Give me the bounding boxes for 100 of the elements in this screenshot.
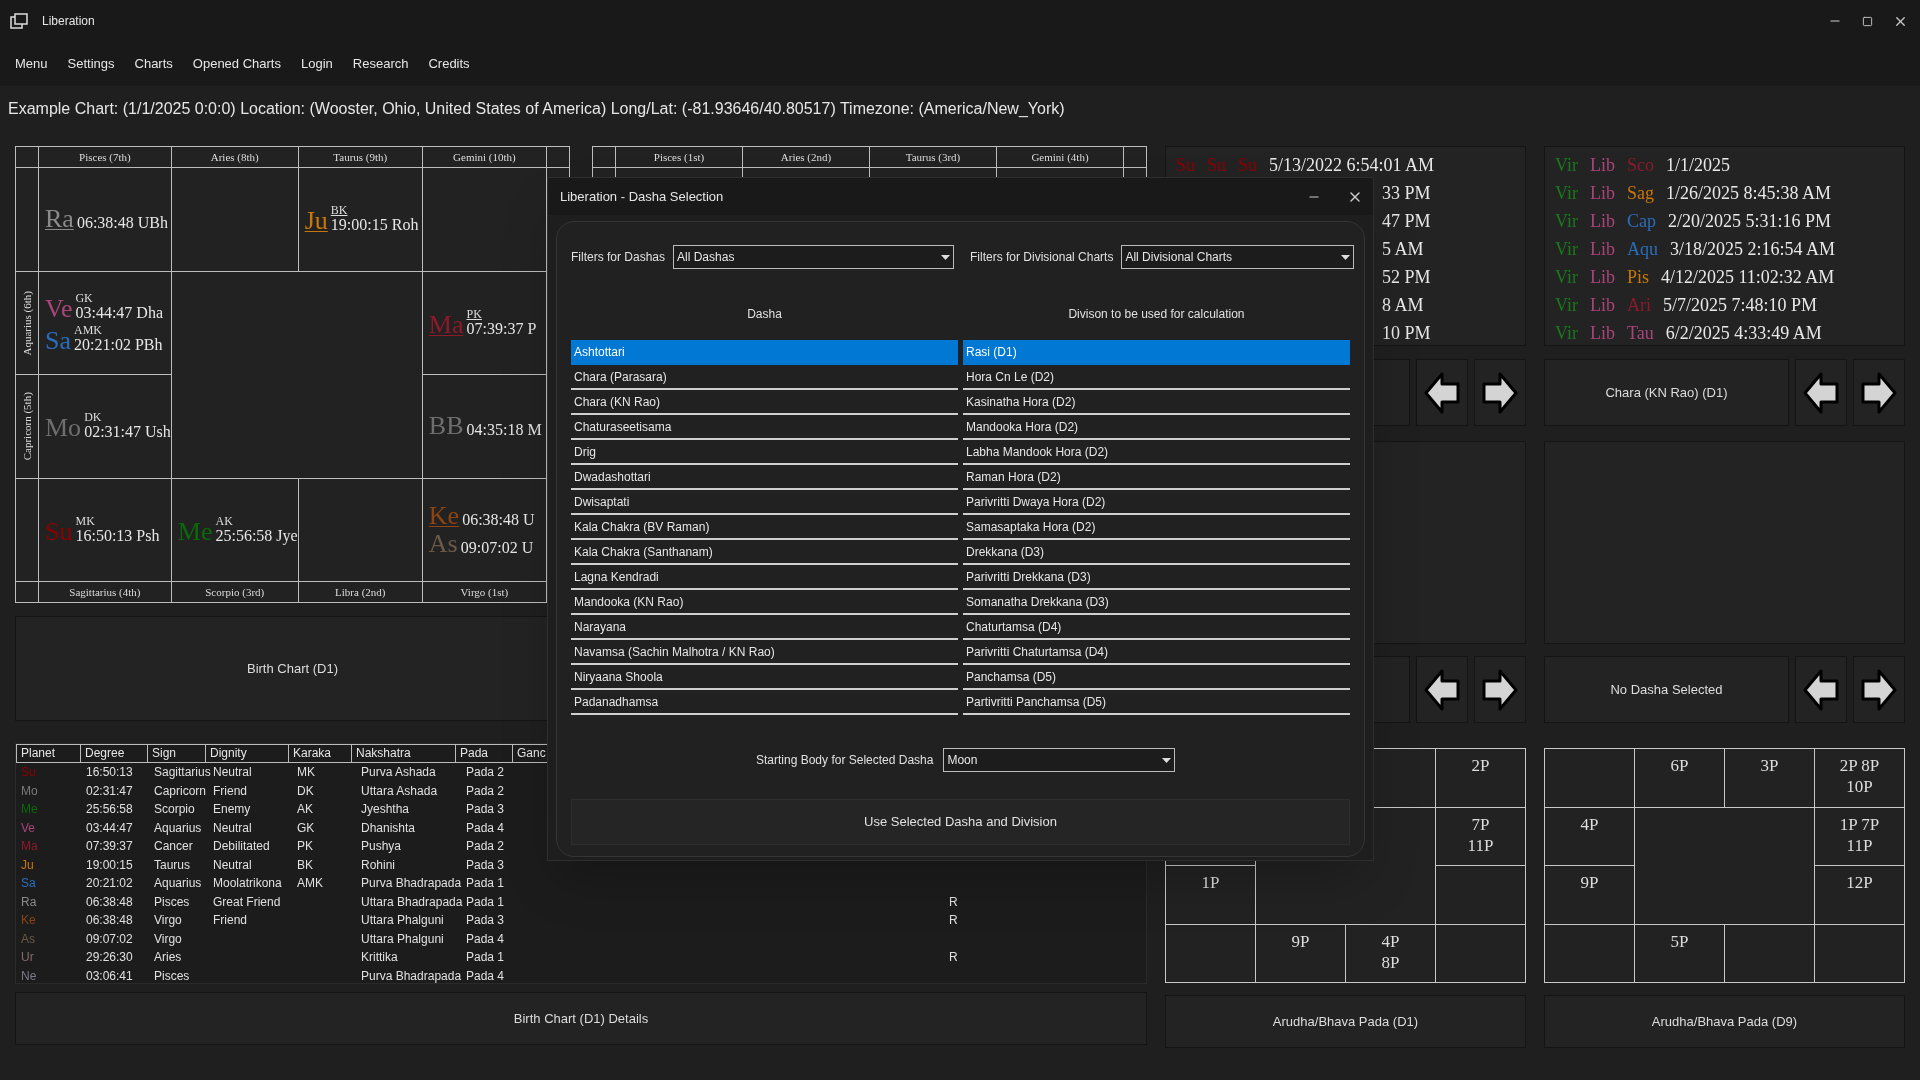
table-cell: Uttara Bhadrapada (361, 894, 463, 909)
list-item[interactable]: Drekkana (D3) (963, 540, 1350, 565)
list-item[interactable]: Padanadhamsa (571, 690, 958, 715)
caret-icon (1341, 254, 1351, 260)
karaka-label: PK (466, 307, 483, 320)
list-item[interactable]: Kala Chakra (BV Raman) (571, 515, 958, 540)
table-cell: Pada 1 (466, 950, 505, 965)
table-cell: Pada 1 (466, 894, 505, 909)
list-item[interactable]: Dwisaptati (571, 490, 958, 515)
chart-selector[interactable]: No Dasha Selected (1544, 656, 1789, 723)
list-item[interactable]: Ashtottari (571, 340, 958, 365)
confirm-button[interactable]: Use Selected Dasha and Division (571, 799, 1350, 845)
maximize-icon[interactable] (1862, 15, 1873, 27)
chart-title-button[interactable]: Arudha/Bhava Pada (D1) (1165, 995, 1526, 1048)
sign-abbreviation: Lib (1589, 181, 1615, 205)
table-cell: Ve (21, 820, 35, 835)
table-cell-text: R (949, 893, 958, 911)
table-cell: Sagittarius (154, 765, 211, 780)
list-item[interactable]: Partivritti Panchamsa (D5) (963, 690, 1350, 715)
pada-label: 2P (1471, 755, 1490, 777)
planet-symbol: Su (45, 518, 73, 545)
table-cell: Pada 4 (466, 931, 505, 946)
list-item[interactable]: Samasaptaka Hora (D2) (963, 515, 1350, 540)
list-item[interactable]: Parivritti Drekkana (D3) (963, 565, 1350, 590)
table-cell: Ju (21, 857, 34, 872)
list-item[interactable]: Niryaana Shoola (571, 665, 958, 690)
list-item[interactable]: Mandooka (KN Rao) (571, 590, 958, 615)
sign-abbreviation: Vir (1555, 153, 1578, 177)
division-filter-dropdown[interactable]: All Divisional Charts (1121, 245, 1355, 269)
table-cell: Pisces (154, 894, 190, 909)
next-button[interactable] (1474, 359, 1526, 426)
list-item[interactable]: Kasinatha Hora (D2) (963, 390, 1350, 415)
list-item[interactable]: Chara (KN Rao) (571, 390, 958, 415)
planet-position: 06:38:48 UBh (76, 214, 168, 233)
list-item[interactable]: Parivritti Dwaya Hora (D2) (963, 490, 1350, 515)
next-button[interactable] (1474, 656, 1526, 723)
list-item[interactable]: Chara (Parasara) (571, 365, 958, 390)
planet-symbol: Ke (428, 502, 460, 529)
table-cell: Pada 3 (466, 913, 505, 928)
next-button[interactable] (1853, 656, 1905, 723)
sign-abbreviation: Pis (1626, 265, 1649, 289)
table-cell: Virgo (154, 913, 182, 928)
table-cell: Ra (21, 894, 37, 909)
starting-body-dropdown[interactable]: Moon (943, 748, 1176, 772)
sign-abbreviation: Lib (1589, 153, 1615, 177)
sign-abbreviation: Vir (1555, 237, 1578, 261)
planet-position: 16:50:13 Psh (75, 526, 160, 545)
planet-position: 03:44:47 Dha (75, 303, 163, 322)
menu-item[interactable]: Menu (15, 54, 48, 74)
list-item[interactable]: Mandooka Hora (D2) (963, 415, 1350, 440)
table-cell: 16:50:13 (86, 765, 133, 780)
sign-label: Pisces (7th) (79, 149, 131, 165)
pada-label: 3P (1760, 755, 1779, 777)
list-item[interactable]: Rasi (D1) (963, 340, 1350, 365)
list-item[interactable]: Drig (571, 440, 958, 465)
menu-item[interactable]: Credits (428, 54, 470, 74)
list-item[interactable]: Somanatha Drekkana (D3) (963, 590, 1350, 615)
menu-item[interactable]: Charts (134, 54, 173, 74)
menu-item[interactable]: Settings (67, 54, 115, 74)
menu-item[interactable]: Research (352, 54, 409, 74)
list-item[interactable]: Labha Mandook Hora (D2) (963, 440, 1350, 465)
list-item[interactable]: Kala Chakra (Santhanam) (571, 540, 958, 565)
table-cell-text: R (949, 949, 958, 967)
menu-item[interactable]: Opened Charts (192, 54, 281, 74)
period-date: 2/20/2025 5:31:16 PM (1667, 209, 1831, 233)
planet-position: 06:38:48 U (462, 510, 535, 529)
period-date: 4/12/2025 11:02:32 AM (1660, 265, 1835, 289)
pada-label: 1P (1201, 872, 1220, 894)
list-item[interactable]: Navamsa (Sachin Malhotra / KN Rao) (571, 640, 958, 665)
karaka-label: DK (84, 411, 103, 424)
list-item[interactable]: Chaturaseetisama (571, 415, 958, 440)
table-cell: Me (21, 802, 38, 817)
table-cell: AMK (297, 876, 323, 891)
list-item[interactable]: Parivritti Chaturtamsa (D4) (963, 640, 1350, 665)
planet-position: 20:21:02 PBh (74, 335, 163, 354)
pada-label: 5P (1670, 930, 1689, 953)
list-item[interactable]: Narayana (571, 615, 958, 640)
app-icon (10, 13, 28, 29)
sign-label: Pisces (1st) (653, 149, 705, 165)
next-button[interactable] (1853, 359, 1905, 426)
menu-item[interactable]: Login (301, 54, 333, 74)
sign-label: Capricorn (5th) (19, 392, 34, 461)
chart-selector[interactable]: Chara (KN Rao) (D1) (1544, 359, 1789, 426)
list-item[interactable]: Chaturtamsa (D4) (963, 615, 1350, 640)
period-date: 33 PM (1382, 181, 1431, 205)
list-item[interactable]: Hora Cn Le (D2) (963, 365, 1350, 390)
column-header: Karaka (288, 744, 352, 763)
list-item[interactable]: Dwadashottari (571, 465, 958, 490)
sign-abbreviation: Lib (1589, 209, 1615, 233)
sign-label: Libra (2nd) (335, 584, 386, 600)
previous-button[interactable] (1795, 656, 1847, 723)
previous-button[interactable] (1416, 359, 1468, 426)
list-item[interactable]: Raman Hora (D2) (963, 465, 1350, 490)
list-item[interactable]: Lagna Kendradi (571, 565, 958, 590)
dasha-filter-dropdown[interactable]: All Dashas (673, 245, 955, 269)
list-item[interactable]: Panchamsa (D5) (963, 665, 1350, 690)
previous-button[interactable] (1416, 656, 1468, 723)
chart-details-button[interactable]: Birth Chart (D1) Details (15, 992, 1147, 1045)
previous-button[interactable] (1795, 359, 1847, 426)
chart-title-button[interactable]: Arudha/Bhava Pada (D9) (1544, 995, 1905, 1048)
